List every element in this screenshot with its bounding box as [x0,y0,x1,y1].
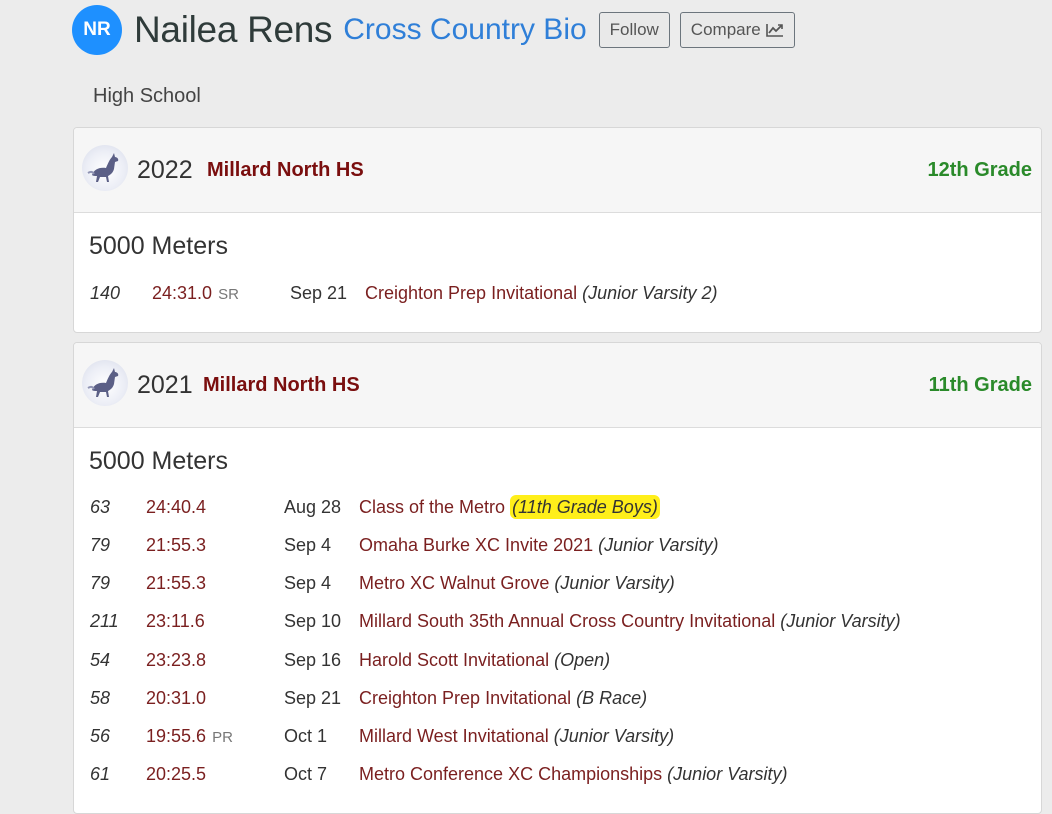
result-time[interactable]: 23:11.6 [146,611,205,632]
result-meet: Omaha Burke XC Invite 2021 (Junior Varsi… [359,535,719,556]
result-date: Aug 28 [284,497,342,517]
result-meet: Millard West Invitational (Junior Varsit… [359,726,674,747]
result-time[interactable]: 23:23.8 [146,650,206,671]
profile-header: NR Nailea Rens Cross Country Bio Follow … [72,4,795,56]
class-tag: SR [218,286,239,303]
time-value: 19:55.6 [146,726,207,746]
result-meet: Millard South 35th Annual Cross Country … [359,611,901,632]
result-place: 54 [90,650,111,670]
result-place: 61 [90,764,111,784]
race-division: (Junior Varsity) [553,726,675,746]
result-row: 61 20:25.5 Oct 7 Metro Conference XC Cha… [74,764,1041,794]
race-division: (Open) [554,650,611,670]
result-row: 211 23:11.6 Sep 10 Millard South 35th An… [74,611,1041,641]
race-division: (Junior Varsity) [598,535,719,555]
grade-label: 11th Grade [928,373,1032,396]
result-time[interactable]: 19:55.6 PR [146,726,233,747]
follow-label: Follow [609,20,659,39]
meet-link[interactable]: Class of the Metro [359,497,505,517]
school-link[interactable]: Millard North HS [203,374,360,397]
result-row: 58 20:31.0 Sep 21 Creighton Prep Invitat… [74,688,1041,718]
race-division: (Junior Varsity) [667,764,788,784]
result-time[interactable]: 21:55.3 [146,535,206,556]
result-date: Sep 16 [284,650,342,670]
result-date: Sep 4 [284,573,332,593]
season-year: 2022 [137,155,193,184]
meet-link[interactable]: Metro Conference XC Championships [359,764,662,784]
race-division: (Junior Varsity 2) [582,283,718,303]
result-time[interactable]: 24:31.0 SR [152,283,239,304]
meet-link[interactable]: Creighton Prep Invitational [365,283,577,303]
level-label: High School [93,85,201,107]
meet-link[interactable]: Harold Scott Invitational [359,650,549,670]
result-row: 63 24:40.4 Aug 28 Class of the Metro (11… [74,495,1041,527]
result-row: 56 19:55.6 PR Oct 1 Millard West Invitati… [74,726,1041,756]
result-place: 63 [90,497,111,517]
race-division-highlighted: (11th Grade Boys) [510,495,660,519]
time-value: 24:31.0 [152,283,213,303]
result-place: 58 [90,688,111,708]
result-place: 79 [90,535,111,555]
mustang-logo-icon [82,145,128,191]
result-date: Oct 7 [284,764,328,784]
season-card-2021: 2021 Millard North HS 11th Grade 5000 Me… [73,342,1042,814]
result-row: 54 23:23.8 Sep 16 Harold Scott Invitatio… [74,650,1041,680]
season-header: 2022 Millard North HS 12th Grade [74,128,1041,213]
season-card-2022: 2022 Millard North HS 12th Grade 5000 Me… [73,127,1042,333]
season-year: 2021 [137,370,193,399]
athlete-name: Nailea Rens [134,9,333,50]
compare-button[interactable]: Compare [679,12,795,48]
result-time[interactable]: 20:31.0 [146,688,206,709]
compare-label: Compare [690,20,761,39]
result-date: Sep 4 [284,535,332,555]
result-row: 79 21:55.3 Sep 4 Metro XC Walnut Grove (… [74,573,1041,603]
result-date: Sep 10 [284,611,342,631]
result-date: Sep 21 [290,283,348,303]
season-header: 2021 Millard North HS 11th Grade [74,343,1041,428]
result-time[interactable]: 21:55.3 [146,573,206,594]
result-row: 140 24:31.0 SR Sep 21 Creighton Prep Invi… [74,283,1041,313]
event-title: 5000 Meters [89,447,228,475]
result-date: Oct 1 [284,726,328,746]
race-division: (Junior Varsity) [780,611,901,631]
pr-tag: PR [212,729,233,746]
result-meet: Metro Conference XC Championships (Junio… [359,764,788,785]
meet-link[interactable]: Omaha Burke XC Invite 2021 [359,535,593,555]
mustang-logo-icon [82,360,128,406]
result-time[interactable]: 24:40.4 [146,497,206,518]
meet-link[interactable]: Creighton Prep Invitational [359,688,571,708]
result-meet: Class of the Metro (11th Grade Boys) [359,495,660,519]
result-place: 79 [90,573,111,593]
meet-link[interactable]: Metro XC Walnut Grove [359,573,549,593]
race-division: (B Race) [576,688,648,708]
result-meet: Creighton Prep Invitational (B Race) [359,688,647,709]
meet-link[interactable]: Millard West Invitational [359,726,549,746]
result-place: 140 [90,283,121,303]
grade-label: 12th Grade [927,158,1032,181]
result-meet: Creighton Prep Invitational (Junior Vars… [365,283,718,304]
event-title: 5000 Meters [89,232,228,260]
race-division: (Junior Varsity) [554,573,675,593]
avatar: NR [72,5,122,55]
school-link[interactable]: Millard North HS [207,159,364,182]
result-date: Sep 21 [284,688,342,708]
result-meet: Metro XC Walnut Grove (Junior Varsity) [359,573,675,594]
result-place: 56 [90,726,111,746]
result-place: 211 [90,611,119,631]
page-title: Cross Country Bio [343,13,587,46]
result-row: 79 21:55.3 Sep 4 Omaha Burke XC Invite 2… [74,535,1041,565]
result-time[interactable]: 20:25.5 [146,764,206,785]
follow-button[interactable]: Follow [598,12,670,48]
result-meet: Harold Scott Invitational (Open) [359,650,610,671]
trend-chart-icon [765,24,783,37]
meet-link[interactable]: Millard South 35th Annual Cross Country … [359,611,775,631]
